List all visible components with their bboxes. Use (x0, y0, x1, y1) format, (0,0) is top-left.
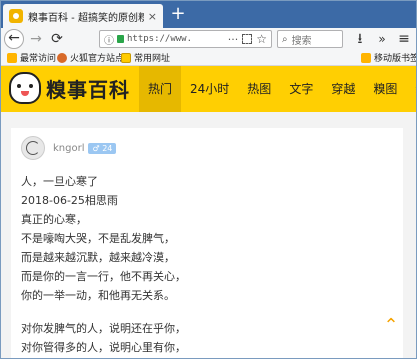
mascot-icon (9, 72, 41, 104)
mobile-folder-icon (361, 52, 371, 63)
post-line: 你的一举一动，和他再无关系。 (21, 289, 175, 302)
bookmarks-toolbar: 最常访问 火狐官方站点 常用网址 移动版书签 (1, 50, 416, 66)
post-line: 真正的心寒， (21, 213, 87, 226)
bookmark-star-icon[interactable]: ☆ (256, 32, 267, 46)
forward-button[interactable]: → (27, 30, 45, 48)
navigation-toolbar: ← → ⟳ ⓘ https://www. ··· ☆ ⌕ 搜索 ⭳ » ≡ (1, 28, 416, 51)
post-body[interactable]: 人，一旦心寒了 2018-06-25相思雨 真正的心寒， 不是嚎啕大哭，不是乱发… (21, 172, 391, 357)
back-button[interactable]: ← (4, 29, 24, 49)
hamburger-menu-icon[interactable]: ≡ (395, 30, 413, 48)
page-content: kngorl ♂ 24 人，一旦心寒了 2018-06-25相思雨 真正的心寒，… (1, 112, 416, 358)
site-header: 糗事百科 热门 24小时 热图 文字 穿越 糗图 新鲜 (1, 66, 416, 112)
logo-text: 糗事百科 (46, 77, 130, 102)
page-actions-button[interactable]: ··· (228, 33, 239, 46)
search-icon: ⌕ (282, 33, 288, 45)
star-folder-icon (7, 52, 17, 63)
folder-icon (121, 52, 131, 63)
site-favicon-icon (9, 9, 23, 23)
author-name[interactable]: kngorl (53, 143, 84, 154)
nav-traverse[interactable]: 穿越 (322, 66, 364, 112)
back-to-top-icon[interactable]: ⌃ (381, 317, 401, 335)
download-icon[interactable]: ⭳ (351, 30, 369, 48)
address-bar[interactable]: ⓘ https://www. ··· ☆ (99, 30, 272, 48)
qr-code-icon[interactable] (242, 34, 253, 44)
new-tab-button[interactable]: + (169, 5, 187, 23)
post-line: 不是嚎啕大哭，不是乱发脾气， (21, 232, 175, 245)
browser-tab[interactable]: 糗事百科 - 超搞笑的原创糗事笑话 × (3, 4, 163, 28)
close-tab-icon[interactable]: × (148, 10, 157, 23)
search-placeholder: 搜索 (291, 35, 312, 47)
nav-24h[interactable]: 24小时 (181, 66, 238, 112)
tab-title: 糗事百科 - 超搞笑的原创糗事笑话 (28, 12, 144, 24)
info-icon[interactable]: ⓘ (104, 32, 114, 47)
overflow-menu-icon[interactable]: » (373, 30, 391, 48)
browser-window: 糗事百科 - 超搞笑的原创糗事笑话 × + ← → ⟳ ⓘ https://ww… (0, 0, 417, 359)
bookmark-common-sites[interactable]: 常用网址 (121, 51, 170, 64)
bookmark-most-visited[interactable]: 最常访问 (7, 51, 56, 64)
nav-text[interactable]: 文字 (280, 66, 322, 112)
lock-icon (117, 35, 124, 43)
site-logo[interactable]: 糗事百科 (9, 72, 130, 104)
search-input[interactable]: ⌕ 搜索 (277, 30, 343, 48)
bookmark-mobile[interactable]: 移动版书签 (361, 51, 416, 64)
post-card: kngorl ♂ 24 人，一旦心寒了 2018-06-25相思雨 真正的心寒，… (11, 128, 403, 358)
bookmark-firefox-site[interactable]: 火狐官方站点 (57, 51, 124, 64)
post-line: 人，一旦心寒了 (21, 175, 98, 188)
post-line: 2018-06-25相思雨 (21, 194, 118, 207)
nav-hot[interactable]: 热门 (139, 66, 182, 112)
url-text[interactable]: https://www. (127, 34, 225, 44)
post-line: 对你管得多的人，说明心里有你， (21, 341, 186, 354)
reload-button[interactable]: ⟳ (48, 30, 66, 48)
tab-strip: 糗事百科 - 超搞笑的原创糗事笑话 × + (1, 1, 416, 28)
nav-hot-images[interactable]: 热图 (238, 66, 280, 112)
nav-images[interactable]: 糗图 (364, 66, 406, 112)
avatar[interactable] (21, 136, 45, 160)
post-author[interactable]: kngorl ♂ 24 (21, 136, 117, 160)
post-line: 而是越来越沉默，越来越冷漠， (21, 251, 175, 264)
firefox-icon (57, 52, 67, 63)
nav-fresh[interactable]: 新鲜 (406, 66, 416, 112)
post-line: 对你发脾气的人，说明还在乎你， (21, 322, 186, 335)
post-line: 而是你的一言一行，他不再关心， (21, 270, 186, 283)
site-nav: 热门 24小时 热图 文字 穿越 糗图 新鲜 (139, 66, 416, 112)
author-badge: ♂ 24 (88, 142, 117, 154)
